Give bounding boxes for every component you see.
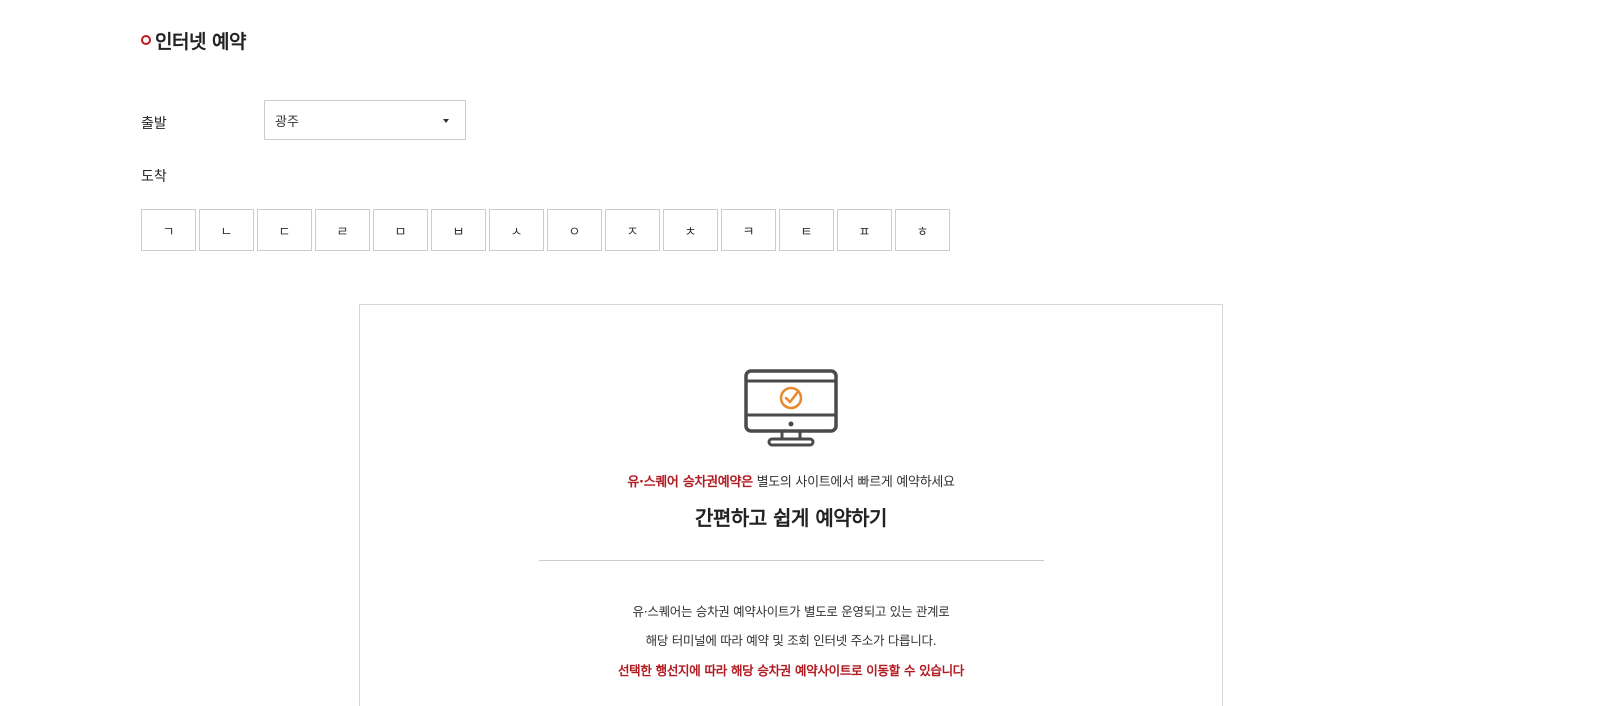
- consonant-button[interactable]: ㅊ: [663, 209, 718, 251]
- tagline-rest: 별도의 사이트에서 빠르게 예약하세요: [752, 475, 955, 490]
- consonant-button[interactable]: ㅈ: [605, 209, 660, 251]
- consonant-button[interactable]: ㄷ: [257, 209, 312, 251]
- caret-down-icon: [443, 119, 449, 123]
- tagline-highlight: 유·스퀘어 승차권예약은: [627, 475, 753, 490]
- consonant-button[interactable]: ㅁ: [373, 209, 428, 251]
- consonant-button[interactable]: ㅇ: [547, 209, 602, 251]
- divider: [539, 560, 1044, 561]
- description-line-2: 해당 터미널에 따라 예약 및 조회 인터넷 주소가 다릅니다.: [645, 633, 937, 648]
- section-title-text: 인터넷 예약: [155, 30, 247, 53]
- monitor-check-icon: [744, 369, 838, 447]
- consonant-button[interactable]: ㅅ: [489, 209, 544, 251]
- description-line-3: 선택한 행선지에 따라 해당 승차권 예약사이트로 이동할 수 있습니다: [617, 663, 965, 678]
- reservation-headline: 간편하고 쉽게 예약하기: [695, 506, 887, 530]
- departure-label: 출발: [141, 116, 167, 132]
- consonant-button[interactable]: ㄹ: [315, 209, 370, 251]
- consonant-button[interactable]: ㅂ: [431, 209, 486, 251]
- consonant-button[interactable]: ㅎ: [895, 209, 950, 251]
- title-bullet-icon: [141, 35, 151, 45]
- description-line-1: 유·스퀘어는 승차권 예약사이트가 별도로 운영되고 있는 관계로: [632, 604, 950, 619]
- consonant-button[interactable]: ㅍ: [837, 209, 892, 251]
- consonant-button[interactable]: ㅋ: [721, 209, 776, 251]
- section-title: 인터넷 예약: [141, 27, 247, 53]
- consonant-button[interactable]: ㅌ: [779, 209, 834, 251]
- departure-select[interactable]: 광주: [264, 100, 466, 140]
- page: 인터넷 예약 출발 광주 도착 ㄱㄴㄷㄹㅁㅂㅅㅇㅈㅊㅋㅌㅍㅎ 유·스퀘어 승차권…: [0, 0, 1607, 706]
- reservation-tagline: 유·스퀘어 승차권예약은 별도의 사이트에서 빠르게 예약하세요: [360, 471, 1222, 490]
- consonant-button[interactable]: ㄴ: [199, 209, 254, 251]
- reservation-info-box: 유·스퀘어 승차권예약은 별도의 사이트에서 빠르게 예약하세요 간편하고 쉽게…: [359, 304, 1223, 706]
- consonant-button[interactable]: ㄱ: [141, 209, 196, 251]
- departure-selected-value: 광주: [275, 114, 299, 130]
- consonant-filter-row: ㄱㄴㄷㄹㅁㅂㅅㅇㅈㅊㅋㅌㅍㅎ: [141, 209, 950, 251]
- arrival-label: 도착: [141, 169, 167, 185]
